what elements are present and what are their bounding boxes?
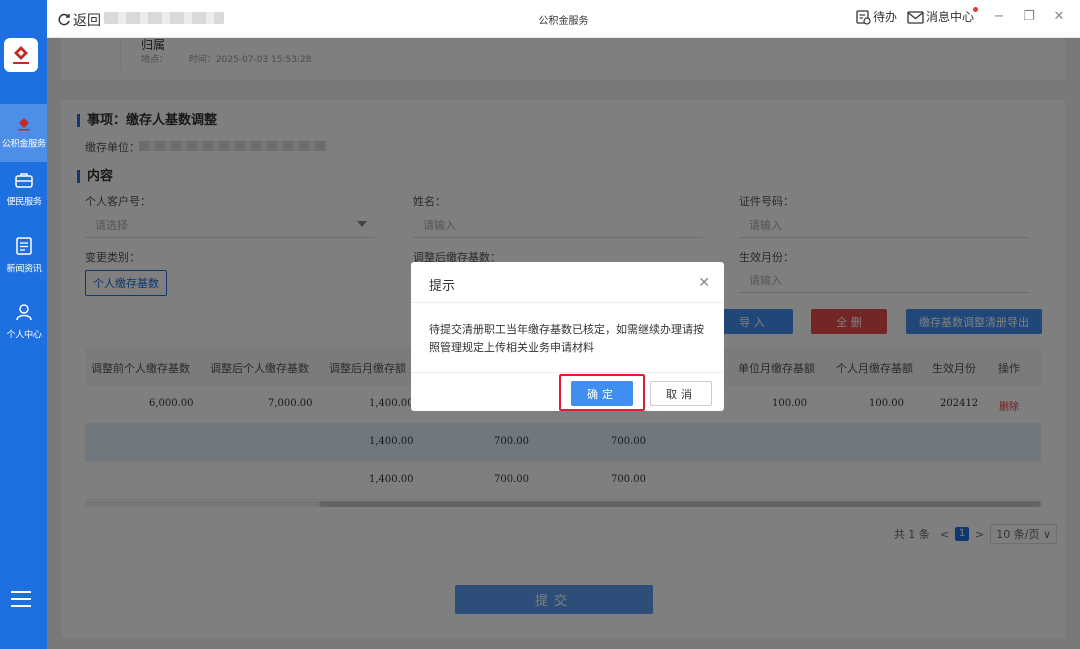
mail-icon xyxy=(907,10,924,24)
sidebar-item-gjj-service[interactable]: 公积金服务 xyxy=(0,104,47,162)
briefcase-icon xyxy=(14,172,33,188)
sidebar: 公积金服务 便民服务 新闻资讯 个人中心 xyxy=(0,0,47,649)
todo-icon xyxy=(856,9,871,25)
sidebar-item-personal[interactable]: 个人中心 xyxy=(0,292,47,350)
dialog-header: 提示 ✕ xyxy=(411,262,724,303)
todo-label: 待办 xyxy=(872,10,897,24)
sidebar-item-label: 新闻资讯 xyxy=(6,263,41,274)
cancel-button[interactable]: 取消 xyxy=(650,381,712,406)
dialog-footer: 确定 取消 xyxy=(411,372,724,411)
hamburger-menu-icon[interactable] xyxy=(10,590,32,608)
close-icon[interactable]: ✕ xyxy=(698,275,710,291)
message-center-button[interactable]: 消息中心 xyxy=(907,7,978,25)
title-bar-actions: 待办 消息中心 − ❐ ✕ xyxy=(855,7,1074,25)
logo-icon xyxy=(17,117,30,130)
sidebar-item-news[interactable]: 新闻资讯 xyxy=(0,226,47,284)
sidebar-item-convenience[interactable]: 便民服务 xyxy=(0,160,47,218)
confirm-button[interactable]: 确定 xyxy=(571,381,633,406)
minimize-button[interactable]: − xyxy=(984,9,1014,24)
restore-button[interactable]: ❐ xyxy=(1014,9,1044,24)
news-icon xyxy=(15,236,32,255)
logo-icon xyxy=(13,46,29,64)
dialog-message: 待提交清册职工当年缴存基数已核定，如需继续办理请按照管理规定上传相关业务申请材料 xyxy=(429,323,704,354)
app-logo xyxy=(4,38,38,72)
sidebar-item-label: 便民服务 xyxy=(6,196,41,207)
message-center-label: 消息中心 xyxy=(925,10,974,24)
title-bar: 返回 公积金服务 待办 消息中心 − ❐ ✕ xyxy=(47,0,1080,38)
prompt-dialog: 提示 ✕ 待提交清册职工当年缴存基数已核定，如需继续办理请按照管理规定上传相关业… xyxy=(411,262,724,411)
close-button[interactable]: ✕ xyxy=(1044,9,1074,24)
unread-dot xyxy=(973,7,978,12)
sidebar-item-label: 公积金服务 xyxy=(1,138,46,149)
user-icon xyxy=(15,303,32,320)
sidebar-item-label: 个人中心 xyxy=(6,329,41,340)
todo-button[interactable]: 待办 xyxy=(855,8,897,25)
dialog-title: 提示 xyxy=(429,279,456,294)
